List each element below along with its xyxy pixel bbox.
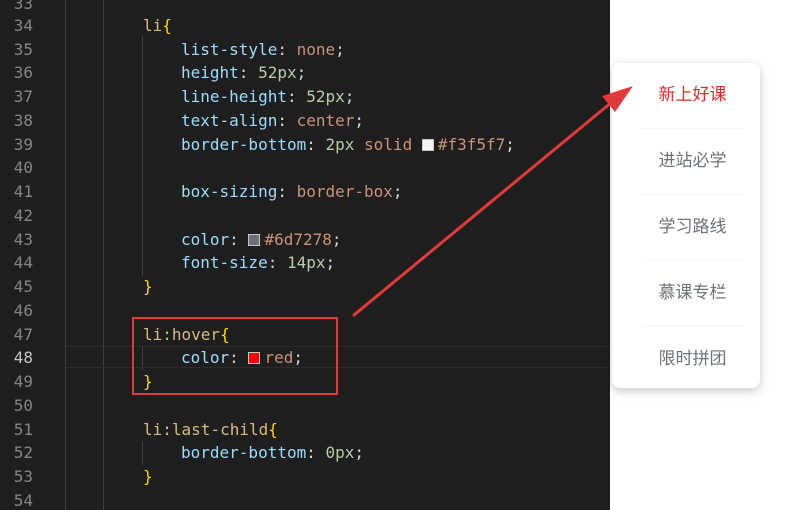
css-property: border-bottom	[181, 135, 307, 154]
line-number: 45	[13, 277, 33, 296]
line-number: 38	[13, 111, 33, 130]
line-number: 46	[13, 301, 33, 320]
line-number: 34	[13, 16, 33, 35]
open-brace: {	[268, 420, 278, 439]
menu-item-learning-path[interactable]: 学习路线	[641, 195, 744, 261]
line-number: 51	[13, 420, 33, 439]
close-brace: }	[143, 277, 153, 296]
menu-item-group-buy[interactable]: 限时拼团	[641, 327, 744, 392]
code-line-44[interactable]: font-size: 14px;	[181, 253, 335, 273]
line-number: 52	[13, 443, 33, 462]
code-line-39[interactable]: border-bottom: 2px solid #f3f5f7;	[181, 135, 515, 155]
css-color-value: #6d7278	[264, 230, 332, 249]
css-property: list-style	[181, 40, 278, 59]
css-property: font-size	[181, 253, 268, 272]
indent-guide	[142, 36, 143, 276]
css-value: 0px	[325, 443, 355, 462]
line-number: 50	[13, 396, 33, 415]
code-line-35[interactable]: list-style: none;	[181, 40, 345, 60]
line-number: 41	[13, 182, 33, 201]
line-number: 47	[13, 325, 33, 344]
code-line-45[interactable]: }	[143, 277, 153, 297]
line-number: 54	[13, 491, 33, 510]
line-number-active: 48	[13, 348, 33, 367]
line-number: 36	[13, 63, 33, 82]
code-line-38[interactable]: text-align: center;	[181, 111, 364, 131]
code-line-41[interactable]: box-sizing: border-box;	[181, 182, 403, 202]
indent-guide	[65, 0, 66, 510]
css-value: 14px	[286, 253, 326, 272]
line-number: 33	[13, 0, 33, 13]
css-value: 52px	[258, 63, 297, 82]
css-property: border-bottom	[181, 443, 307, 462]
css-selector: li:last-child	[143, 420, 269, 439]
code-editor[interactable]: 33 34 35 36 37 38 39 40 41 42 43 44 45 4…	[0, 0, 610, 510]
css-value: none	[296, 40, 336, 59]
line-number: 39	[13, 135, 33, 154]
open-brace: {	[162, 16, 172, 35]
code-line-43[interactable]: color: #6d7278;	[181, 230, 342, 250]
line-number-gutter: 33 34 35 36 37 38 39 40 41 42 43 44 45 4…	[0, 0, 60, 510]
css-selector: li	[143, 16, 163, 35]
code-line-51[interactable]: li:last-child{	[143, 420, 278, 440]
css-color-value: #f3f5f7	[437, 135, 506, 154]
color-swatch-icon[interactable]	[248, 234, 261, 246]
menu-item-column[interactable]: 慕课专栏	[641, 261, 744, 327]
line-number: 43	[13, 230, 33, 249]
code-line-37[interactable]: line-height: 52px;	[181, 87, 354, 107]
code-line-53[interactable]: }	[143, 467, 153, 487]
line-number: 40	[13, 158, 33, 177]
line-number: 49	[13, 372, 33, 391]
line-number: 37	[13, 87, 33, 106]
annotation-highlight-box	[132, 317, 338, 395]
line-number: 35	[13, 40, 33, 59]
indent-guide	[142, 441, 143, 465]
css-property: text-align	[181, 111, 278, 130]
color-swatch-icon[interactable]	[421, 139, 434, 151]
line-number: 44	[13, 253, 33, 272]
menu-item-new-courses[interactable]: 新上好课	[641, 63, 744, 129]
css-value: 2px	[325, 135, 355, 154]
css-property: height	[181, 63, 239, 82]
css-property: box-sizing	[181, 182, 278, 201]
menu-item-must-learn[interactable]: 进站必学	[641, 129, 744, 195]
code-line-52[interactable]: border-bottom: 0px;	[181, 443, 364, 463]
css-value: solid	[364, 135, 413, 154]
indent-guide	[103, 0, 104, 510]
close-brace: }	[143, 467, 153, 486]
menu-list: 新上好课 进站必学 学习路线 慕课专栏 限时拼团	[612, 63, 760, 392]
line-number: 42	[13, 206, 33, 225]
css-property: color	[181, 230, 230, 249]
css-value: 52px	[306, 87, 345, 106]
nav-menu: 新上好课 进站必学 学习路线 慕课专栏 限时拼团	[612, 63, 760, 388]
code-line-34[interactable]: li{	[143, 16, 172, 36]
css-value: border-box	[296, 182, 393, 201]
line-number: 53	[13, 467, 33, 486]
css-property: line-height	[181, 87, 287, 106]
css-value: center	[296, 111, 355, 130]
code-line-36[interactable]: height: 52px;	[181, 63, 306, 83]
